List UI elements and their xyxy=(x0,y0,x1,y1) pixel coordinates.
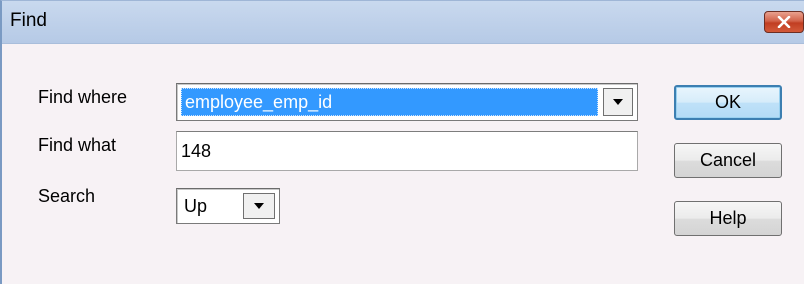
find-dialog: Find Find where employee_emp_id Find wha… xyxy=(0,0,804,284)
find-where-label: Find where xyxy=(38,87,128,107)
search-direction-value: Up xyxy=(184,196,208,216)
search-direction-dropdown[interactable]: Up xyxy=(176,188,280,224)
chevron-down-icon xyxy=(254,203,264,209)
close-icon xyxy=(777,16,791,28)
help-button[interactable]: Help xyxy=(674,201,782,236)
find-what-input[interactable]: 148 xyxy=(176,131,638,171)
cancel-button[interactable]: Cancel xyxy=(674,143,782,178)
find-where-dropdown[interactable]: employee_emp_id xyxy=(176,83,638,121)
ok-button[interactable]: OK xyxy=(674,85,782,120)
chevron-down-icon xyxy=(613,99,623,105)
title-bar[interactable]: Find xyxy=(2,1,804,44)
find-where-dropdown-button[interactable] xyxy=(603,88,633,116)
dialog-title: Find xyxy=(10,10,47,31)
find-what-label: Find what xyxy=(38,135,117,155)
close-button[interactable] xyxy=(764,11,804,33)
find-where-selected-value: employee_emp_id xyxy=(181,88,598,116)
search-direction-dropdown-button[interactable] xyxy=(243,193,275,219)
search-direction-label: Search xyxy=(38,186,96,206)
